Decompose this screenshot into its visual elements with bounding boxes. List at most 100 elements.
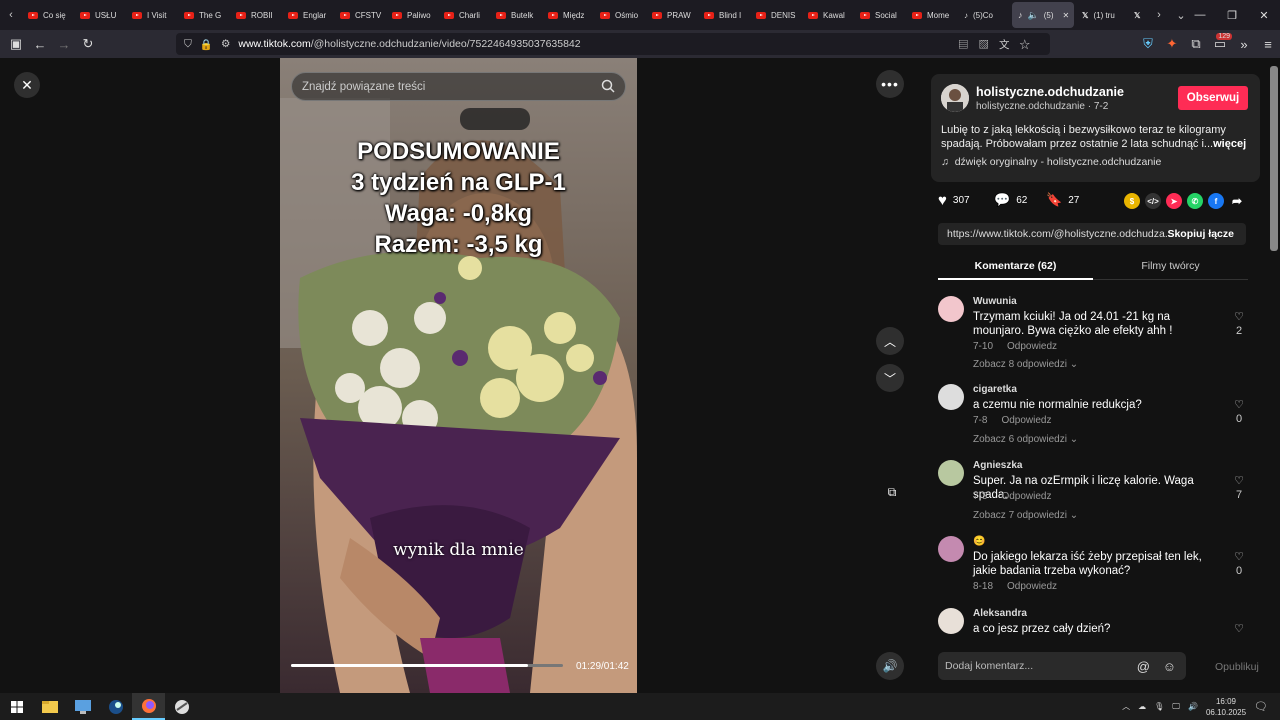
browser-tab[interactable]: Kawal: [802, 0, 854, 30]
commenter-name[interactable]: cigaretka: [973, 384, 1017, 395]
tab-scroll-left-icon[interactable]: ‹: [0, 0, 22, 30]
pocket-icon[interactable]: ▭ 129: [1208, 30, 1232, 58]
close-video-button[interactable]: ✕: [14, 72, 40, 98]
comment-like[interactable]: ♡ 0: [1232, 550, 1246, 577]
commenter-name[interactable]: Wuwunia: [973, 296, 1017, 307]
browser-tab[interactable]: Social: [854, 0, 906, 30]
browser-tab[interactable]: Blind I: [698, 0, 750, 30]
browser-tab[interactable]: CFSTV: [334, 0, 386, 30]
bookmark-star-icon[interactable]: ☆: [1020, 39, 1041, 51]
author-name[interactable]: holistyczne.odchudzanie: [976, 85, 1124, 99]
author-avatar[interactable]: [941, 84, 969, 112]
share-arrow-icon[interactable]: ➦: [1229, 193, 1245, 209]
tray-chevron-icon[interactable]: ︿: [1122, 701, 1130, 712]
view-replies-link[interactable]: Zobacz 6 odpowiedzi ⌄: [973, 434, 1078, 445]
clock[interactable]: 16:09 06.10.2025: [1206, 696, 1246, 718]
browser-tab[interactable]: Englar: [282, 0, 334, 30]
whatsapp-icon[interactable]: ✆: [1187, 193, 1203, 209]
browser-tab[interactable]: Mome: [906, 0, 958, 30]
publish-button[interactable]: Opublikuj: [1215, 661, 1259, 673]
volume-button[interactable]: 🔊: [876, 652, 904, 680]
firefox-icon[interactable]: [132, 693, 165, 720]
reply-link[interactable]: Odpowiedz: [1001, 415, 1051, 426]
cloud-icon[interactable]: ☁: [1138, 702, 1146, 711]
coin-share-icon[interactable]: $: [1124, 193, 1140, 209]
previous-video-button[interactable]: ︿: [876, 327, 904, 355]
comment-like[interactable]: ♡ 2: [1232, 310, 1246, 337]
send-icon[interactable]: ➤: [1166, 193, 1182, 209]
video-progress-bar[interactable]: [291, 664, 563, 667]
embed-icon[interactable]: </>: [1145, 193, 1161, 209]
tab-x[interactable]: 𝕏 (1) tru: [1076, 0, 1128, 30]
commenter-avatar[interactable]: [938, 384, 964, 410]
extension-fox-icon[interactable]: ✦: [1160, 30, 1184, 58]
minimize-icon[interactable]: —: [1184, 0, 1216, 30]
browser-tab[interactable]: DENIS: [750, 0, 802, 30]
steam-icon[interactable]: [99, 693, 132, 720]
comment-action[interactable]: 💬 62: [994, 192, 1027, 208]
browser-tab[interactable]: PRAW: [646, 0, 698, 30]
browser-tab[interactable]: Paliwo: [386, 0, 438, 30]
restore-icon[interactable]: ❐: [1216, 0, 1248, 30]
extensions-icon[interactable]: ⧉: [1184, 30, 1208, 58]
commenter-avatar[interactable]: [938, 608, 964, 634]
view-replies-link[interactable]: Zobacz 7 odpowiedzi ⌄: [973, 510, 1078, 521]
commenter-avatar[interactable]: [938, 296, 964, 322]
search-icon[interactable]: [601, 79, 615, 93]
reload-icon[interactable]: ↻: [76, 30, 100, 58]
address-actions[interactable]: ▤▨文☆: [958, 37, 1040, 52]
tab-creator-videos[interactable]: Filmy twórcy: [1093, 260, 1248, 272]
microphone-icon[interactable]: 🎙: [1154, 702, 1164, 711]
comment-like[interactable]: ♡: [1232, 622, 1246, 635]
tab-comments[interactable]: Komentarze (62): [938, 260, 1093, 280]
browser-tab[interactable]: I Visit: [126, 0, 178, 30]
browser-tab[interactable]: Butelk: [490, 0, 542, 30]
pip-button[interactable]: ⧉: [878, 478, 906, 506]
music-link[interactable]: ♫ dźwięk oryginalny - holistyczne.odchud…: [941, 156, 1161, 168]
file-explorer-icon[interactable]: [33, 693, 66, 720]
commenter-name[interactable]: Aleksandra: [973, 608, 1027, 619]
copy-link-button[interactable]: Skopiuj łącze: [1167, 228, 1234, 240]
browser-tab[interactable]: Charli: [438, 0, 490, 30]
commenter-name[interactable]: 😊: [973, 536, 985, 547]
screenshot-icon[interactable]: ▨: [979, 39, 1000, 51]
reply-link[interactable]: Odpowiedz: [1007, 341, 1057, 352]
tab-close-icon[interactable]: ✕: [1063, 11, 1070, 20]
notifications-icon[interactable]: 🗨: [1254, 700, 1268, 713]
reply-link[interactable]: Odpowiedz: [1001, 491, 1051, 502]
tab-scroll-right-icon[interactable]: ›: [1148, 0, 1170, 30]
follow-button[interactable]: Obserwuj: [1178, 86, 1248, 110]
browser-tab[interactable]: Międz: [542, 0, 594, 30]
facebook-icon[interactable]: f: [1208, 193, 1224, 209]
translate-icon[interactable]: 文: [999, 39, 1020, 51]
address-bar[interactable]: ⛉ 🔒 ⚙ www.tiktok.com/@holistyczne.odchud…: [176, 33, 1050, 55]
overflow-chevron-icon[interactable]: »: [1232, 30, 1256, 58]
mention-icon[interactable]: @: [1137, 659, 1150, 674]
more-options-button[interactable]: •••: [876, 70, 904, 98]
video-link-url[interactable]: https://www.tiktok.com/@holistyczne.odch…: [947, 228, 1174, 240]
sidebar-toggle-icon[interactable]: ▣: [4, 30, 28, 58]
volume-icon[interactable]: 🔊: [1188, 702, 1198, 711]
panel-scrollbar[interactable]: [1270, 66, 1278, 251]
tab-x-2[interactable]: 𝕏: [1128, 0, 1148, 30]
commenter-name[interactable]: Agnieszka: [973, 460, 1022, 471]
comment-like[interactable]: ♡ 0: [1232, 398, 1246, 425]
browser-tab[interactable]: The G: [178, 0, 230, 30]
related-search-input[interactable]: Znajdź powiązane treści: [291, 72, 626, 101]
start-button[interactable]: [0, 693, 33, 720]
network-icon[interactable]: 🖵: [1172, 702, 1180, 712]
forward-icon[interactable]: →: [52, 30, 76, 58]
browser-tab[interactable]: USŁU: [74, 0, 126, 30]
like-action[interactable]: ♥ 307: [938, 192, 970, 209]
browser-tab[interactable]: Co się: [22, 0, 74, 30]
view-replies-link[interactable]: Zobacz 8 odpowiedzi ⌄: [973, 359, 1078, 370]
next-video-button[interactable]: ﹀: [876, 364, 904, 392]
close-window-icon[interactable]: ✕: [1248, 0, 1280, 30]
save-action[interactable]: 🔖 27: [1046, 192, 1079, 208]
app-icon[interactable]: [165, 693, 198, 720]
browser-tab[interactable]: ♪ (5)Co: [958, 0, 1010, 30]
tab-active[interactable]: ♪ 🔈 (5) ✕: [1012, 2, 1074, 28]
browser-tab[interactable]: Ośmio: [594, 0, 646, 30]
emoji-icon[interactable]: ☺: [1163, 659, 1176, 674]
more-link[interactable]: więcej: [1213, 138, 1246, 150]
